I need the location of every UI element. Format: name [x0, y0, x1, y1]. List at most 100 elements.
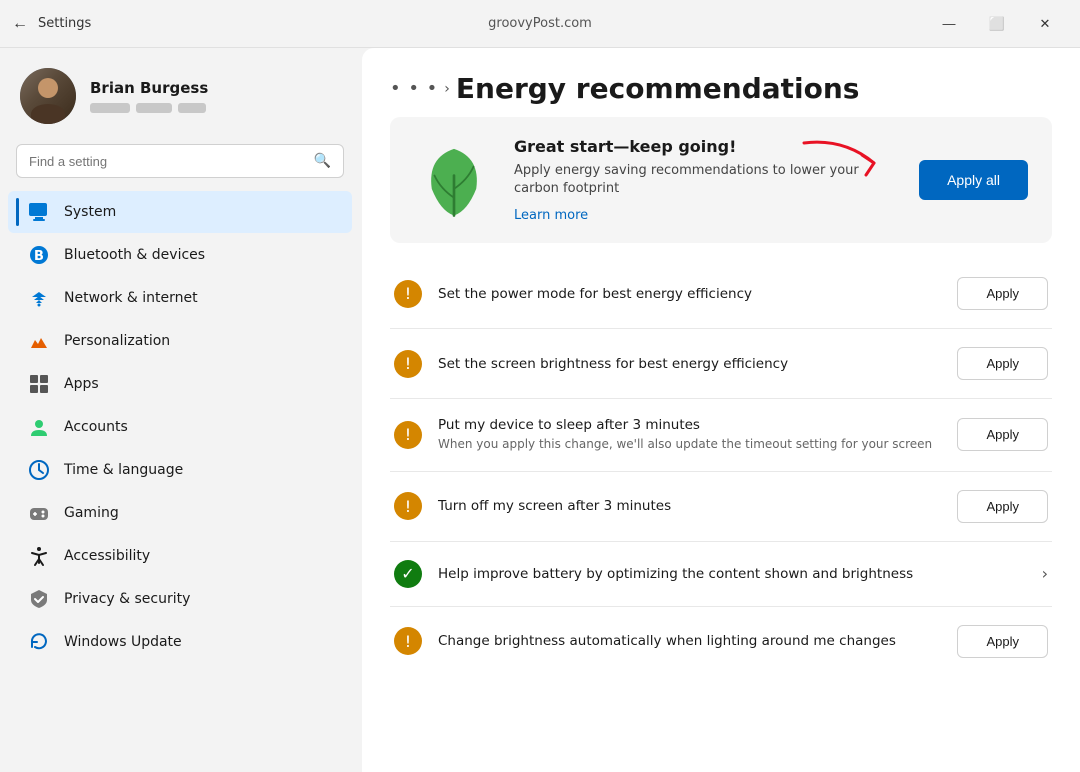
learn-more-link[interactable]: Learn more [514, 208, 588, 223]
rec-content-power-mode: Set the power mode for best energy effic… [438, 286, 941, 302]
apply-all-button[interactable]: Apply all [919, 160, 1028, 200]
rec-item-power-mode: ! Set the power mode for best energy eff… [390, 259, 1052, 329]
search-input[interactable] [29, 154, 306, 169]
privacy-icon [28, 588, 50, 610]
rec-title-screen-off: Turn off my screen after 3 minutes [438, 498, 941, 514]
content-area: • • • › Energy recommendations Great sta… [362, 48, 1080, 772]
minimize-button[interactable]: — [926, 8, 972, 40]
sidebar-item-update[interactable]: Windows Update [8, 621, 352, 663]
page-title: Energy recommendations [456, 72, 860, 105]
center-text: groovyPost.com [488, 16, 592, 31]
sidebar-label-personalization: Personalization [64, 333, 170, 349]
user-bars [90, 103, 208, 113]
svg-text:B: B [34, 249, 44, 264]
window-controls: — ⬜ ✕ [926, 8, 1068, 40]
accessibility-icon [28, 545, 50, 567]
warning-icon-brightness: ! [394, 350, 422, 378]
warning-icon-screen-off: ! [394, 492, 422, 520]
sidebar-item-personalization[interactable]: Personalization [8, 320, 352, 362]
apply-button-auto-brightness[interactable]: Apply [957, 625, 1048, 658]
search-box[interactable]: 🔍 [16, 144, 344, 178]
sidebar-item-privacy[interactable]: Privacy & security [8, 578, 352, 620]
network-icon [28, 287, 50, 309]
rec-item-auto-brightness: ! Change brightness automatically when l… [390, 607, 1052, 676]
recommendation-list: ! Set the power mode for best energy eff… [390, 259, 1052, 675]
sidebar-item-bluetooth[interactable]: B Bluetooth & devices [8, 234, 352, 276]
rec-title-battery: Help improve battery by optimizing the c… [438, 566, 1026, 582]
apps-icon [28, 373, 50, 395]
time-icon [28, 459, 50, 481]
sidebar-label-update: Windows Update [64, 634, 182, 650]
sidebar-label-privacy: Privacy & security [64, 591, 190, 607]
system-icon [28, 201, 50, 223]
breadcrumb-dots: • • • [390, 78, 438, 99]
user-name: Brian Burgess [90, 79, 208, 97]
personalization-icon [28, 330, 50, 352]
arrow-annotation [794, 133, 884, 188]
rec-subtitle-sleep: When you apply this change, we'll also u… [438, 436, 941, 452]
rec-title-auto-brightness: Change brightness automatically when lig… [438, 633, 941, 649]
avatar [20, 68, 76, 124]
rec-content-brightness: Set the screen brightness for best energ… [438, 356, 941, 372]
sidebar: Brian Burgess 🔍 [0, 48, 360, 772]
rec-title-power-mode: Set the power mode for best energy effic… [438, 286, 941, 302]
sidebar-label-apps: Apps [64, 376, 99, 392]
breadcrumb: • • • › Energy recommendations [390, 72, 1052, 105]
breadcrumb-arrow: › [444, 81, 450, 97]
back-button[interactable]: ← [12, 15, 28, 33]
sidebar-item-apps[interactable]: Apps [8, 363, 352, 405]
sidebar-item-gaming[interactable]: Gaming [8, 492, 352, 534]
sidebar-label-bluetooth: Bluetooth & devices [64, 247, 205, 263]
warning-icon-auto-brightness: ! [394, 627, 422, 655]
user-section: Brian Burgess [0, 48, 360, 140]
bluetooth-icon: B [28, 244, 50, 266]
sidebar-item-system[interactable]: System [8, 191, 352, 233]
apply-button-brightness[interactable]: Apply [957, 347, 1048, 380]
main-layout: Brian Burgess 🔍 [0, 48, 1080, 772]
rec-title-brightness: Set the screen brightness for best energ… [438, 356, 941, 372]
sidebar-label-time: Time & language [64, 462, 183, 478]
maximize-button[interactable]: ⬜ [974, 8, 1020, 40]
back-icon: ← [12, 15, 28, 33]
sidebar-item-time[interactable]: Time & language [8, 449, 352, 491]
rec-content-screen-off: Turn off my screen after 3 minutes [438, 498, 941, 514]
nav-section: System B Bluetooth & devices [0, 190, 360, 772]
app-title: Settings [38, 16, 91, 31]
chevron-right-icon: › [1042, 564, 1048, 583]
rec-item-brightness: ! Set the screen brightness for best ene… [390, 329, 1052, 399]
user-bar-1 [90, 103, 130, 113]
sidebar-item-accessibility[interactable]: Accessibility [8, 535, 352, 577]
sidebar-label-accounts: Accounts [64, 419, 128, 435]
rec-item-battery[interactable]: ✓ Help improve battery by optimizing the… [390, 542, 1052, 607]
rec-title-sleep: Put my device to sleep after 3 minutes [438, 417, 941, 433]
sidebar-label-gaming: Gaming [64, 505, 119, 521]
apply-button-screen-off[interactable]: Apply [957, 490, 1048, 523]
apply-button-power-mode[interactable]: Apply [957, 277, 1048, 310]
sidebar-item-accounts[interactable]: Accounts [8, 406, 352, 448]
title-bar: ← Settings groovyPost.com — ⬜ ✕ [0, 0, 1080, 48]
rec-content-auto-brightness: Change brightness automatically when lig… [438, 633, 941, 649]
user-info: Brian Burgess [90, 79, 208, 113]
success-icon-battery: ✓ [394, 560, 422, 588]
rec-content-sleep: Put my device to sleep after 3 minutes W… [438, 417, 941, 452]
close-button[interactable]: ✕ [1022, 8, 1068, 40]
leaf-icon [414, 140, 494, 220]
user-bar-3 [178, 103, 206, 113]
sidebar-label-system: System [64, 204, 116, 220]
warning-icon-sleep: ! [394, 421, 422, 449]
sidebar-label-accessibility: Accessibility [64, 548, 150, 564]
apply-button-sleep[interactable]: Apply [957, 418, 1048, 451]
search-icon: 🔍 [314, 153, 331, 169]
accounts-icon [28, 416, 50, 438]
sidebar-item-network[interactable]: Network & internet [8, 277, 352, 319]
gaming-icon [28, 502, 50, 524]
rec-content-battery: Help improve battery by optimizing the c… [438, 566, 1026, 582]
rec-item-sleep: ! Put my device to sleep after 3 minutes… [390, 399, 1052, 471]
sidebar-label-network: Network & internet [64, 290, 198, 306]
warning-icon-power-mode: ! [394, 280, 422, 308]
user-bar-2 [136, 103, 172, 113]
update-icon [28, 631, 50, 653]
hero-section: Great start—keep going! Apply energy sav… [390, 117, 1052, 243]
rec-item-screen-off: ! Turn off my screen after 3 minutes App… [390, 472, 1052, 542]
avatar-image [20, 68, 76, 124]
